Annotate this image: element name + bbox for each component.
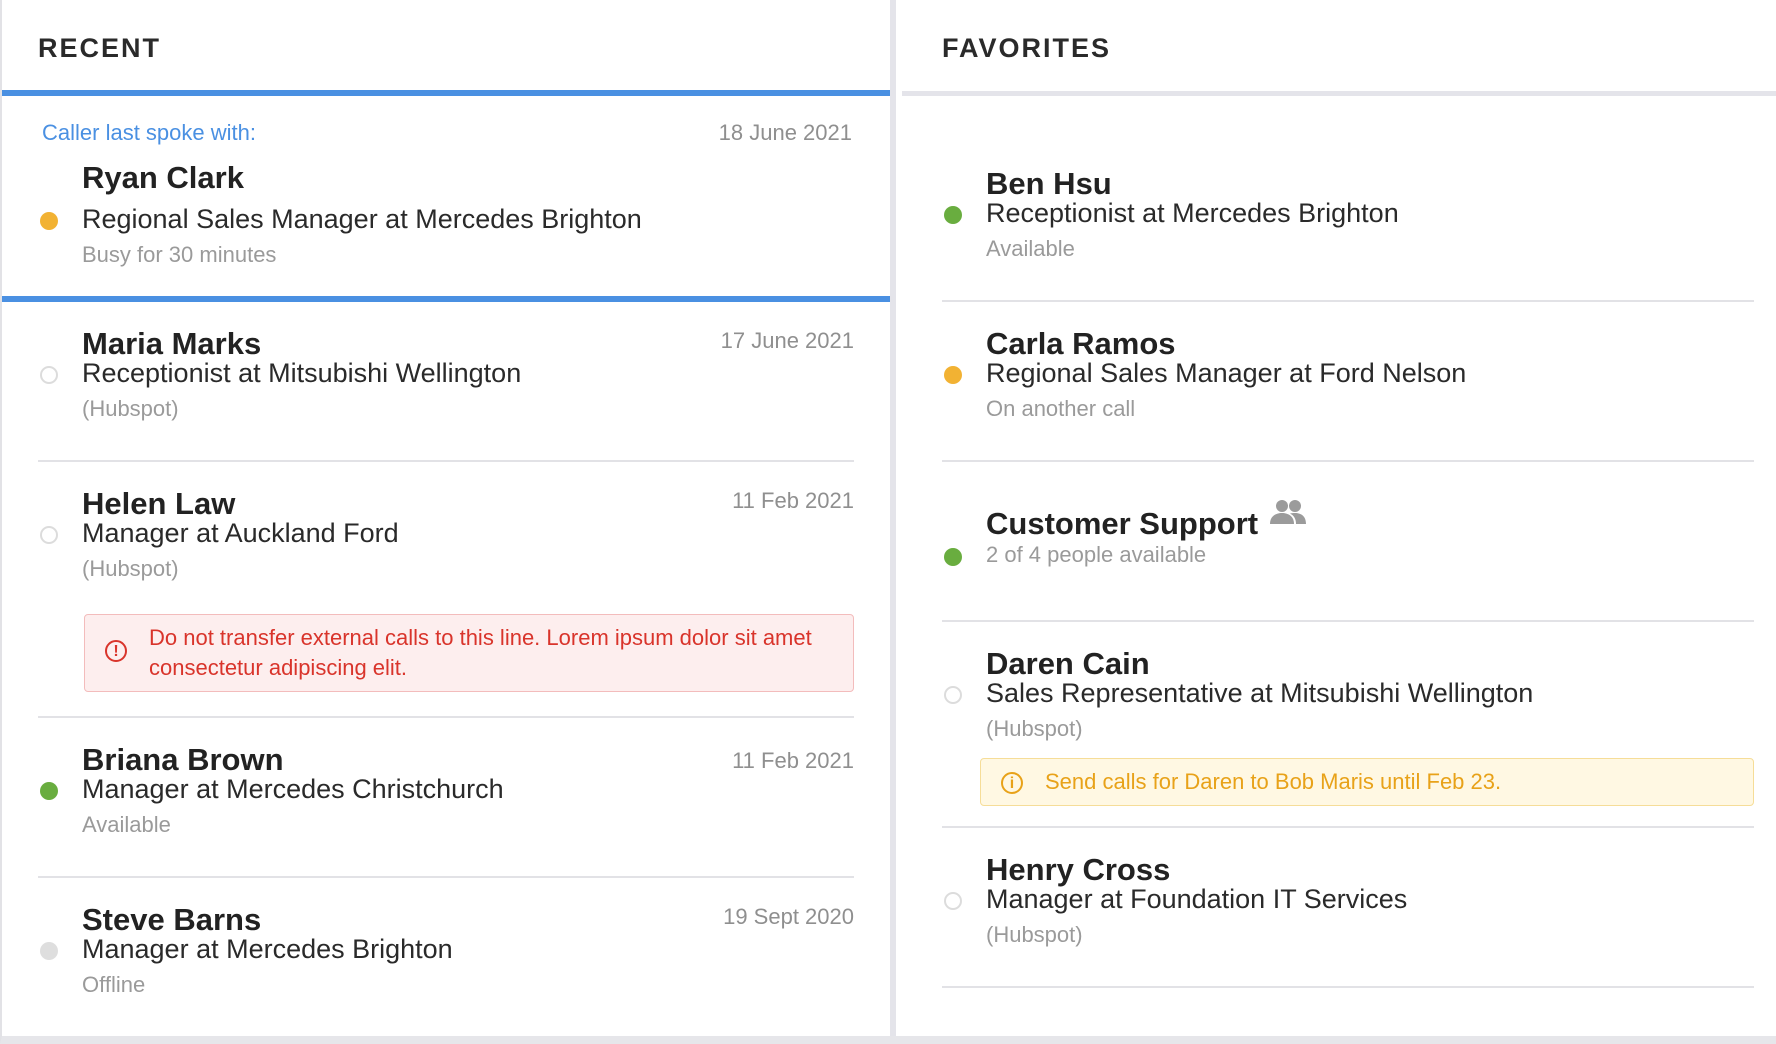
contact-status: On another call (986, 396, 1136, 421)
recent-list: Caller last spoke with: 18 June 2021 Rya… (2, 96, 890, 1038)
call-date: 18 June 2021 (718, 120, 852, 145)
transfer-warning-note: ! Do not transfer external calls to this… (84, 614, 854, 692)
group-icon (1270, 500, 1306, 524)
recent-item-selected[interactable]: Caller last spoke with: 18 June 2021 Rya… (2, 96, 890, 302)
contact-name: Steve Barns (82, 902, 262, 937)
contact-role: Manager at Auckland Ford (82, 518, 399, 548)
contact-status: (Hubspot) (986, 716, 1083, 741)
presence-dot-busy (944, 366, 962, 384)
presence-dot-busy (40, 212, 58, 230)
contact-status: Offline (82, 972, 146, 997)
contact-name: Briana Brown (82, 742, 284, 777)
contact-role: Receptionist at Mercedes Brighton (986, 198, 1399, 228)
contact-role: Manager at Mercedes Christchurch (82, 774, 504, 804)
presence-dot-none (40, 526, 58, 544)
contact-role: Regional Sales Manager at Mercedes Brigh… (82, 204, 642, 234)
contact-role: Sales Representative at Mitsubishi Welli… (986, 678, 1534, 708)
presence-dot-none (40, 366, 58, 384)
last-spoke-label: Caller last spoke with: (42, 120, 256, 145)
group-name: Customer Support (986, 506, 1259, 541)
note-text: Send calls for Daren to Bob Maris until … (1045, 769, 1502, 794)
contact-status: (Hubspot) (82, 396, 179, 421)
favorite-item[interactable]: Henry Cross Manager at Foundation IT Ser… (942, 828, 1754, 988)
contact-status: Busy for 30 minutes (82, 242, 277, 267)
recent-item[interactable]: Briana Brown 11 Feb 2021 Manager at Merc… (38, 718, 854, 878)
favorites-list: Ben Hsu Receptionist at Mercedes Brighto… (902, 96, 1776, 988)
contact-role: Manager at Mercedes Brighton (82, 934, 453, 964)
call-date: 19 Sept 2020 (723, 904, 854, 929)
favorite-item[interactable]: Carla Ramos Regional Sales Manager at Fo… (942, 302, 1754, 462)
tab-favorites[interactable]: FAVORITES (902, 0, 1776, 96)
contact-name: Ryan Clark (82, 160, 244, 195)
contact-status: (Hubspot) (986, 922, 1083, 947)
presence-dot-available (40, 782, 58, 800)
note-text: Do not transfer external calls to this l… (149, 625, 812, 680)
favorite-item[interactable]: Daren Cain Sales Representative at Mitsu… (942, 622, 1754, 828)
contact-status: (Hubspot) (82, 556, 179, 581)
contact-name: Helen Law (82, 486, 236, 521)
favorite-item-group[interactable]: Customer Support 2 of 4 people available (942, 462, 1754, 622)
presence-dot-available (944, 548, 962, 566)
presence-dot-none (944, 686, 962, 704)
presence-dot-none (944, 892, 962, 910)
call-forward-note: i Send calls for Daren to Bob Maris unti… (980, 758, 1754, 806)
contact-name: Carla Ramos (986, 326, 1176, 361)
info-circle-icon: i (1001, 772, 1023, 794)
contact-name: Maria Marks (82, 326, 262, 361)
contact-role: Manager at Foundation IT Services (986, 884, 1408, 914)
presence-dot-offline (40, 942, 58, 960)
recent-item[interactable]: Maria Marks 17 June 2021 Receptionist at… (38, 302, 854, 462)
recent-item[interactable]: Steve Barns 19 Sept 2020 Manager at Merc… (38, 878, 854, 1038)
contact-role: Receptionist at Mitsubishi Wellington (82, 358, 522, 388)
contact-name: Daren Cain (986, 646, 1150, 681)
call-date: 11 Feb 2021 (732, 488, 854, 513)
recent-column: RECENT Caller last spoke with: 18 June 2… (2, 0, 896, 1036)
contacts-panel: RECENT Caller last spoke with: 18 June 2… (0, 0, 1776, 1044)
group-availability: 2 of 4 people available (986, 542, 1207, 567)
favorites-column: FAVORITES Ben Hsu Receptionist at Merced… (902, 0, 1776, 1036)
alert-circle-icon: ! (105, 640, 127, 662)
contact-status: Available (986, 236, 1075, 261)
contact-role: Regional Sales Manager at Ford Nelson (986, 358, 1467, 388)
call-date: 11 Feb 2021 (732, 748, 854, 773)
tab-recent[interactable]: RECENT (2, 0, 890, 96)
contact-name: Henry Cross (986, 852, 1171, 887)
presence-dot-available (944, 206, 962, 224)
contact-name: Ben Hsu (986, 166, 1112, 201)
call-date: 17 June 2021 (720, 328, 854, 353)
favorite-item[interactable]: Ben Hsu Receptionist at Mercedes Brighto… (942, 142, 1754, 302)
contact-status: Available (82, 812, 171, 837)
recent-item[interactable]: Helen Law 11 Feb 2021 Manager at Aucklan… (38, 462, 854, 718)
